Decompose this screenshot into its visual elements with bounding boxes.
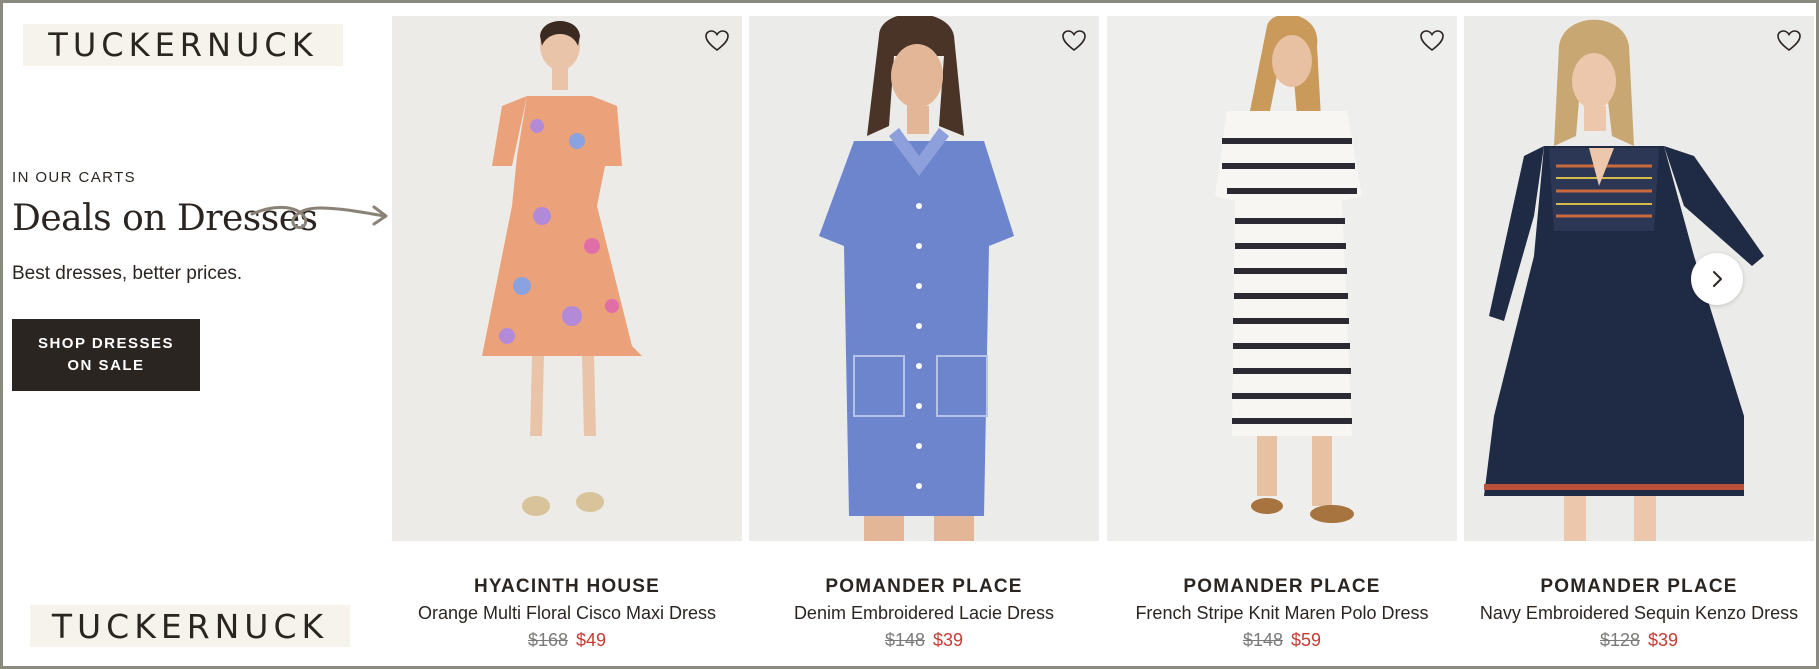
original-price: $128 — [1599, 630, 1640, 650]
wishlist-button[interactable] — [1060, 27, 1088, 55]
dress-photo — [1464, 16, 1814, 541]
product-card[interactable]: POMANDER PLACE Denim Embroidered Lacie D… — [749, 16, 1099, 650]
dress-photo — [749, 16, 1099, 541]
sale-price: $59 — [1291, 630, 1322, 650]
chevron-right-icon — [1713, 271, 1722, 287]
cta-line-2: ON SALE — [67, 357, 145, 374]
product-brand: POMANDER PLACE — [825, 576, 1023, 597]
sale-price: $39 — [1648, 630, 1679, 650]
product-brand: POMANDER PLACE — [1540, 576, 1738, 597]
dress-photo — [392, 16, 742, 541]
heart-icon — [1062, 30, 1086, 52]
carousel-next-button[interactable] — [1691, 253, 1743, 305]
original-price: $148 — [1242, 630, 1283, 650]
logo-text: TUCKERNUCK — [51, 606, 329, 646]
product-image[interactable] — [749, 16, 1099, 541]
original-price: $168 — [527, 630, 568, 650]
product-card[interactable]: POMANDER PLACE French Stripe Knit Maren … — [1107, 16, 1457, 650]
sale-price: $49 — [576, 630, 607, 650]
wishlist-button[interactable] — [703, 27, 731, 55]
product-price: $168 $49 — [392, 630, 742, 651]
promo-eyebrow: IN OUR CARTS — [12, 169, 137, 186]
logo-text: TUCKERNUCK — [48, 26, 318, 64]
product-price: $128 $39 — [1464, 630, 1814, 651]
dress-photo — [1107, 16, 1457, 541]
product-image[interactable] — [1107, 16, 1457, 541]
product-card[interactable]: POMANDER PLACE Navy Embroidered Sequin K… — [1464, 16, 1814, 650]
product-image[interactable] — [1464, 16, 1814, 541]
product-name[interactable]: French Stripe Knit Maren Polo Dress — [1087, 603, 1477, 624]
product-brand: POMANDER PLACE — [1183, 576, 1381, 597]
tuckernuck-logo-footer[interactable]: TUCKERNUCK — [30, 605, 350, 647]
heart-icon — [705, 30, 729, 52]
product-card[interactable]: HYACINTH HOUSE Orange Multi Floral Cisco… — [392, 16, 742, 650]
sale-price: $39 — [933, 630, 964, 650]
heart-icon — [1777, 30, 1801, 52]
shop-dresses-on-sale-button[interactable]: SHOP DRESSES ON SALE — [12, 319, 200, 391]
wishlist-button[interactable] — [1775, 27, 1803, 55]
product-image[interactable] — [392, 16, 742, 541]
wishlist-button[interactable] — [1418, 27, 1446, 55]
product-price: $148 $59 — [1107, 630, 1457, 651]
heart-icon — [1420, 30, 1444, 52]
cta-line-1: SHOP DRESSES — [37, 335, 175, 352]
product-price: $148 $39 — [749, 630, 1099, 651]
product-name[interactable]: Orange Multi Floral Cisco Maxi Dress — [372, 603, 762, 624]
promo-subtext: Best dresses, better prices. — [12, 263, 243, 284]
original-price: $148 — [884, 630, 925, 650]
tuckernuck-logo[interactable]: TUCKERNUCK — [23, 24, 343, 66]
product-name[interactable]: Denim Embroidered Lacie Dress — [729, 603, 1119, 624]
product-brand: HYACINTH HOUSE — [473, 576, 661, 597]
product-name[interactable]: Navy Embroidered Sequin Kenzo Dress — [1444, 603, 1819, 624]
curly-arrow-icon — [250, 205, 388, 230]
